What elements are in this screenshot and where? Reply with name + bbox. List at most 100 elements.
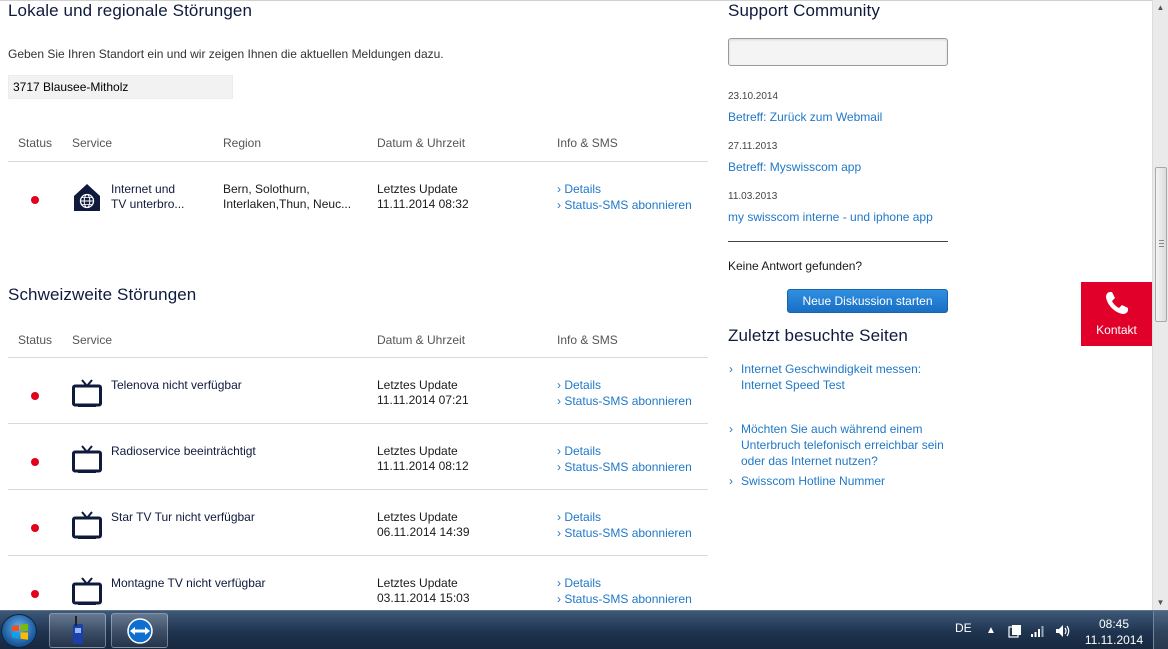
local-intro-text: Geben Sie Ihren Standort ein und wir zei… <box>8 47 444 61</box>
divider <box>8 357 708 358</box>
tv-icon <box>72 445 102 473</box>
service-name: Internet und TV unterbro... <box>111 182 219 212</box>
language-indicator[interactable]: DE <box>955 621 972 635</box>
details-link[interactable]: Details <box>557 181 692 197</box>
details-link[interactable]: Details <box>557 575 692 591</box>
sms-subscribe-link[interactable]: Status-SMS abonnieren <box>557 591 691 607</box>
status-red-dot <box>31 392 39 400</box>
divider <box>8 489 708 490</box>
row-links: Details Status-SMS abonnieren <box>557 443 692 475</box>
post-date: 27.11.2013 <box>728 141 778 152</box>
update-datetime: Letztes Update 11.11.2014 07:21 <box>377 378 469 408</box>
region-line: Bern, Solothurn, <box>223 182 310 196</box>
sms-subscribe-link[interactable]: Status-SMS abonnieren <box>557 525 691 541</box>
community-search-input[interactable] <box>728 38 948 66</box>
volume-icon[interactable] <box>1055 624 1071 638</box>
signal-strength-icon[interactable] <box>1030 624 1046 638</box>
date-label: Letztes Update <box>377 182 458 196</box>
house-globe-icon <box>74 184 100 211</box>
recent-page-link[interactable]: Möchten Sie auch während einem Unterbruc… <box>728 421 948 469</box>
divider <box>8 555 708 556</box>
divider <box>728 241 948 242</box>
post-date: 23.10.2014 <box>728 91 779 102</box>
community-post-link[interactable]: Betreff: Zurück zum Webmail <box>728 110 882 124</box>
date-value: 11.11.2014 08:12 <box>377 459 469 473</box>
row-links: Details Status-SMS abonnieren <box>557 509 692 541</box>
table-row: Montagne TV nicht verfügbar Letztes Upda… <box>8 564 708 610</box>
col-service: Service <box>72 333 113 347</box>
service-name: Star TV Tur nicht verfügbar <box>111 510 255 524</box>
location-input[interactable] <box>8 75 233 99</box>
date-label: Letztes Update <box>377 378 458 392</box>
start-button[interactable] <box>1 614 37 648</box>
national-table-header: Status Service Datum & Uhrzeit Info & SM… <box>8 333 708 353</box>
divider <box>8 423 708 424</box>
scroll-up-arrow-icon[interactable]: ▲ <box>1153 0 1168 15</box>
update-datetime: Letztes Update 11.11.2014 08:32 <box>377 182 469 212</box>
col-status: Status <box>18 136 53 150</box>
status-red-dot <box>31 196 39 204</box>
service-name: Radioservice beeinträchtigt <box>111 444 256 458</box>
tv-icon <box>72 577 102 605</box>
community-heading: Support Community <box>728 1 880 20</box>
show-desktop-button[interactable] <box>1153 611 1168 649</box>
col-region: Region <box>223 136 262 150</box>
update-datetime: Letztes Update 03.11.2014 15:03 <box>377 576 470 606</box>
kontakt-label: Kontakt <box>1096 323 1137 337</box>
scrollbar-thumb[interactable] <box>1155 167 1167 322</box>
kontakt-button[interactable]: Kontakt <box>1081 282 1152 346</box>
service-name: Telenova nicht verfügbar <box>111 378 242 392</box>
post-date: 11.03.2013 <box>728 191 778 202</box>
no-answer-text: Keine Antwort gefunden? <box>728 259 863 273</box>
status-red-dot <box>31 524 39 532</box>
region-line: Interlaken,Thun, Neuc... <box>223 197 352 211</box>
date-value: 11.11.2014 08:32 <box>377 197 469 211</box>
details-link[interactable]: Details <box>557 377 692 393</box>
new-discussion-button[interactable]: Neue Diskussion starten <box>787 289 948 313</box>
taskbar-app-button[interactable] <box>111 613 168 648</box>
community-post-link[interactable]: my swisscom interne - und iphone app <box>728 210 933 224</box>
phone-icon <box>1106 292 1128 314</box>
date-label: Letztes Update <box>377 510 458 524</box>
scroll-down-arrow-icon[interactable]: ▼ <box>1153 595 1168 610</box>
taskbar-app-button[interactable] <box>49 613 106 648</box>
service-line: TV unterbro... <box>111 197 185 211</box>
status-red-dot <box>31 590 39 598</box>
local-table-header: Status Service Region Datum & Uhrzeit In… <box>8 136 708 156</box>
details-link[interactable]: Details <box>557 443 692 459</box>
row-links: Details Status-SMS abonnieren <box>557 575 692 607</box>
local-outages-heading: Lokale und regionale Störungen <box>8 1 253 20</box>
system-clock[interactable]: 08:45 11.11.2014 <box>1084 616 1144 648</box>
update-datetime: Letztes Update 06.11.2014 14:39 <box>377 510 470 540</box>
national-outages-heading: Schweizweite Störungen <box>8 285 197 304</box>
clock-date: 11.11.2014 <box>1084 633 1144 647</box>
clock-time: 08:45 <box>1098 617 1130 631</box>
date-label: Letztes Update <box>377 444 458 458</box>
vertical-scrollbar[interactable]: ▲ ▼ <box>1152 0 1168 610</box>
date-value: 03.11.2014 15:03 <box>377 591 470 605</box>
sms-subscribe-link[interactable]: Status-SMS abonnieren <box>557 197 691 213</box>
service-name: Montagne TV nicht verfügbar <box>111 576 266 590</box>
table-row: Internet und TV unterbro... Bern, Soloth… <box>8 170 708 236</box>
recent-page-link[interactable]: Internet Geschwindigkeit messen: Interne… <box>728 361 948 393</box>
details-link[interactable]: Details <box>557 509 692 525</box>
date-label: Letztes Update <box>377 576 458 590</box>
col-status: Status <box>18 333 53 347</box>
community-post-link[interactable]: Betreff: Myswisscom app <box>728 160 861 174</box>
date-value: 11.11.2014 07:21 <box>377 393 469 407</box>
col-info-sms: Info & SMS <box>557 136 618 150</box>
region-text: Bern, Solothurn, Interlaken,Thun, Neuc..… <box>223 182 363 212</box>
date-value: 06.11.2014 14:39 <box>377 525 470 539</box>
windows-logo-icon <box>12 623 28 640</box>
sms-subscribe-link[interactable]: Status-SMS abonnieren <box>557 393 691 409</box>
col-datetime: Datum & Uhrzeit <box>377 136 466 150</box>
row-links: Details Status-SMS abonnieren <box>557 377 692 409</box>
sms-subscribe-link[interactable]: Status-SMS abonnieren <box>557 459 691 475</box>
col-service: Service <box>72 136 113 150</box>
recent-page-link[interactable]: Swisscom Hotline Nummer <box>728 473 948 489</box>
divider <box>8 161 708 162</box>
col-datetime: Datum & Uhrzeit <box>377 333 466 347</box>
network-device-icon[interactable] <box>1008 624 1022 638</box>
tv-icon <box>72 511 102 539</box>
show-hidden-icons-icon[interactable]: ▲ <box>986 625 996 636</box>
